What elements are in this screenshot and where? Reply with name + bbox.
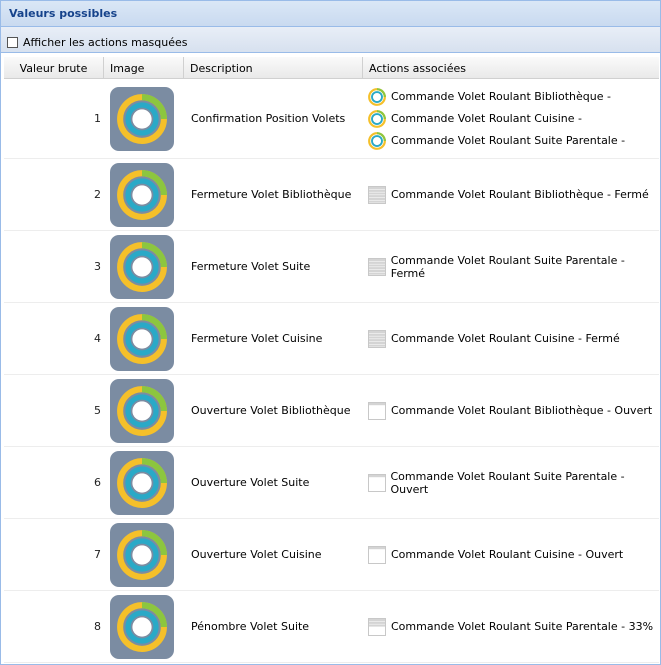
- actions-cell: Commande Volet Roulant Suite Parentale -…: [363, 231, 659, 302]
- show-hidden-label[interactable]: Afficher les actions masquées: [23, 36, 188, 49]
- ring-small-icon: [367, 131, 387, 151]
- column-header-description[interactable]: Description: [184, 57, 363, 78]
- action-label: Commande Volet Roulant Bibliothèque - Fe…: [391, 188, 649, 201]
- image-cell: [104, 591, 184, 662]
- raw-value-cell: 2: [94, 188, 101, 201]
- actions-cell: Commande Volet Roulant Cuisine - Fermé: [363, 303, 659, 374]
- image-cell: [104, 303, 184, 374]
- ring-app-icon: [110, 450, 174, 515]
- grid-header: Valeur brute Image Description Actions a…: [4, 57, 659, 79]
- table-row[interactable]: 3 Fermeture Volet Suite Commande Volet Rou…: [4, 231, 659, 303]
- ring-app-icon: [110, 86, 174, 151]
- action-item[interactable]: Commande Volet Roulant Cuisine - Fermé: [367, 328, 620, 350]
- actions-cell: Commande Volet Roulant Bibliothèque - Fe…: [363, 159, 659, 230]
- actions-cell: Commande Volet Roulant Cuisine - Ouvert: [363, 519, 659, 590]
- action-label: Commande Volet Roulant Bibliothèque - Ou…: [391, 404, 653, 417]
- action-label: Commande Volet Roulant Bibliothèque -: [391, 90, 611, 103]
- action-label: Commande Volet Roulant Cuisine - Fermé: [391, 332, 620, 345]
- ring-small-icon: [367, 109, 387, 129]
- action-item[interactable]: Commande Volet Roulant Suite Parentale -…: [367, 253, 659, 280]
- table-row[interactable]: 6 Ouverture Volet Suite Commande Volet Rou…: [4, 447, 659, 519]
- image-cell: [104, 79, 184, 158]
- raw-value-cell: 6: [94, 476, 101, 489]
- action-label: Commande Volet Roulant Suite Parentale -…: [390, 253, 625, 280]
- action-item[interactable]: Commande Volet Roulant Bibliothèque - Ou…: [367, 400, 652, 422]
- panel-title: Valeurs possibles: [1, 1, 660, 27]
- ring-app-icon: [110, 522, 174, 587]
- ring-app-icon: [110, 162, 174, 227]
- description-cell: Fermeture Volet Suite: [191, 260, 311, 273]
- raw-value-cell: 5: [94, 404, 101, 417]
- table-row[interactable]: 2 Fermeture Volet Bibliothèque Commande Vo…: [4, 159, 659, 231]
- column-header-image[interactable]: Image: [104, 57, 184, 78]
- table-row[interactable]: 5 Ouverture Volet Bibliothèque Commande Vo…: [4, 375, 659, 447]
- toolbar: Afficher les actions masquées: [1, 27, 660, 53]
- raw-value-cell: 4: [94, 332, 101, 345]
- action-label: Commande Volet Roulant Cuisine -: [391, 112, 582, 125]
- description-cell: Confirmation Position Volets: [191, 112, 346, 125]
- column-header-actions[interactable]: Actions associées: [363, 57, 659, 78]
- action-item[interactable]: Commande Volet Roulant Bibliothèque -: [367, 86, 611, 108]
- ring-app-icon: [110, 378, 174, 443]
- table-row[interactable]: 1 Confirmation Position Volets Commande Vo…: [4, 79, 659, 159]
- actions-cell: Commande Volet Roulant Bibliothèque - Ou…: [363, 375, 659, 446]
- action-label: Commande Volet Roulant Suite Parentale -: [391, 134, 626, 147]
- image-cell: [104, 375, 184, 446]
- action-item[interactable]: Commande Volet Roulant Bibliothèque - Fe…: [367, 184, 649, 206]
- action-label: Commande Volet Roulant Cuisine - Ouvert: [391, 548, 624, 561]
- description-cell: Pénombre Volet Suite: [191, 620, 310, 633]
- description-cell: Fermeture Volet Cuisine: [191, 332, 323, 345]
- image-cell: [104, 519, 184, 590]
- ring-app-icon: [110, 306, 174, 371]
- column-header-raw-value[interactable]: Valeur brute: [4, 57, 104, 78]
- table-row[interactable]: 4 Fermeture Volet Cuisine Commande Volet R…: [4, 303, 659, 375]
- shutter-closed-icon: [367, 185, 387, 205]
- action-label: Commande Volet Roulant Suite Parentale -…: [390, 469, 625, 496]
- table-row[interactable]: 7 Ouverture Volet Cuisine Commande Volet R…: [4, 519, 659, 591]
- action-item[interactable]: Commande Volet Roulant Suite Parentale -…: [367, 469, 659, 496]
- raw-value-cell: 8: [94, 620, 101, 633]
- show-hidden-checkbox[interactable]: [7, 37, 18, 48]
- action-item[interactable]: Commande Volet Roulant Suite Parentale -…: [367, 616, 653, 638]
- shutter-open-icon: [367, 545, 387, 565]
- actions-cell: Commande Volet Roulant Bibliothèque - Com…: [363, 79, 659, 158]
- action-item[interactable]: Commande Volet Roulant Cuisine -: [367, 108, 582, 130]
- table-row[interactable]: 8 Pénombre Volet Suite Commande Volet Roul…: [4, 591, 659, 663]
- description-cell: Fermeture Volet Bibliothèque: [191, 188, 352, 201]
- actions-cell: Commande Volet Roulant Suite Parentale -…: [363, 591, 659, 662]
- shutter-closed-icon: [367, 329, 387, 349]
- raw-value-cell: 3: [94, 260, 101, 273]
- shutter-open-icon: [367, 473, 387, 493]
- ring-app-icon: [110, 594, 174, 659]
- raw-value-cell: 7: [94, 548, 101, 561]
- action-label: Commande Volet Roulant Suite Parentale -…: [391, 620, 654, 633]
- raw-value-cell: 1: [94, 112, 101, 125]
- grid-body: 1 Confirmation Position Volets Commande Vo…: [4, 79, 659, 663]
- ring-small-icon: [367, 87, 387, 107]
- description-cell: Ouverture Volet Bibliothèque: [191, 404, 351, 417]
- shutter-open-icon: [367, 401, 387, 421]
- image-cell: [104, 231, 184, 302]
- action-item[interactable]: Commande Volet Roulant Cuisine - Ouvert: [367, 544, 623, 566]
- description-cell: Ouverture Volet Cuisine: [191, 548, 322, 561]
- action-item[interactable]: Commande Volet Roulant Suite Parentale -: [367, 130, 625, 152]
- image-cell: [104, 159, 184, 230]
- image-cell: [104, 447, 184, 518]
- shutter-partial-icon: [367, 617, 387, 637]
- actions-cell: Commande Volet Roulant Suite Parentale -…: [363, 447, 659, 518]
- ring-app-icon: [110, 234, 174, 299]
- description-cell: Ouverture Volet Suite: [191, 476, 310, 489]
- shutter-closed-icon: [367, 257, 387, 277]
